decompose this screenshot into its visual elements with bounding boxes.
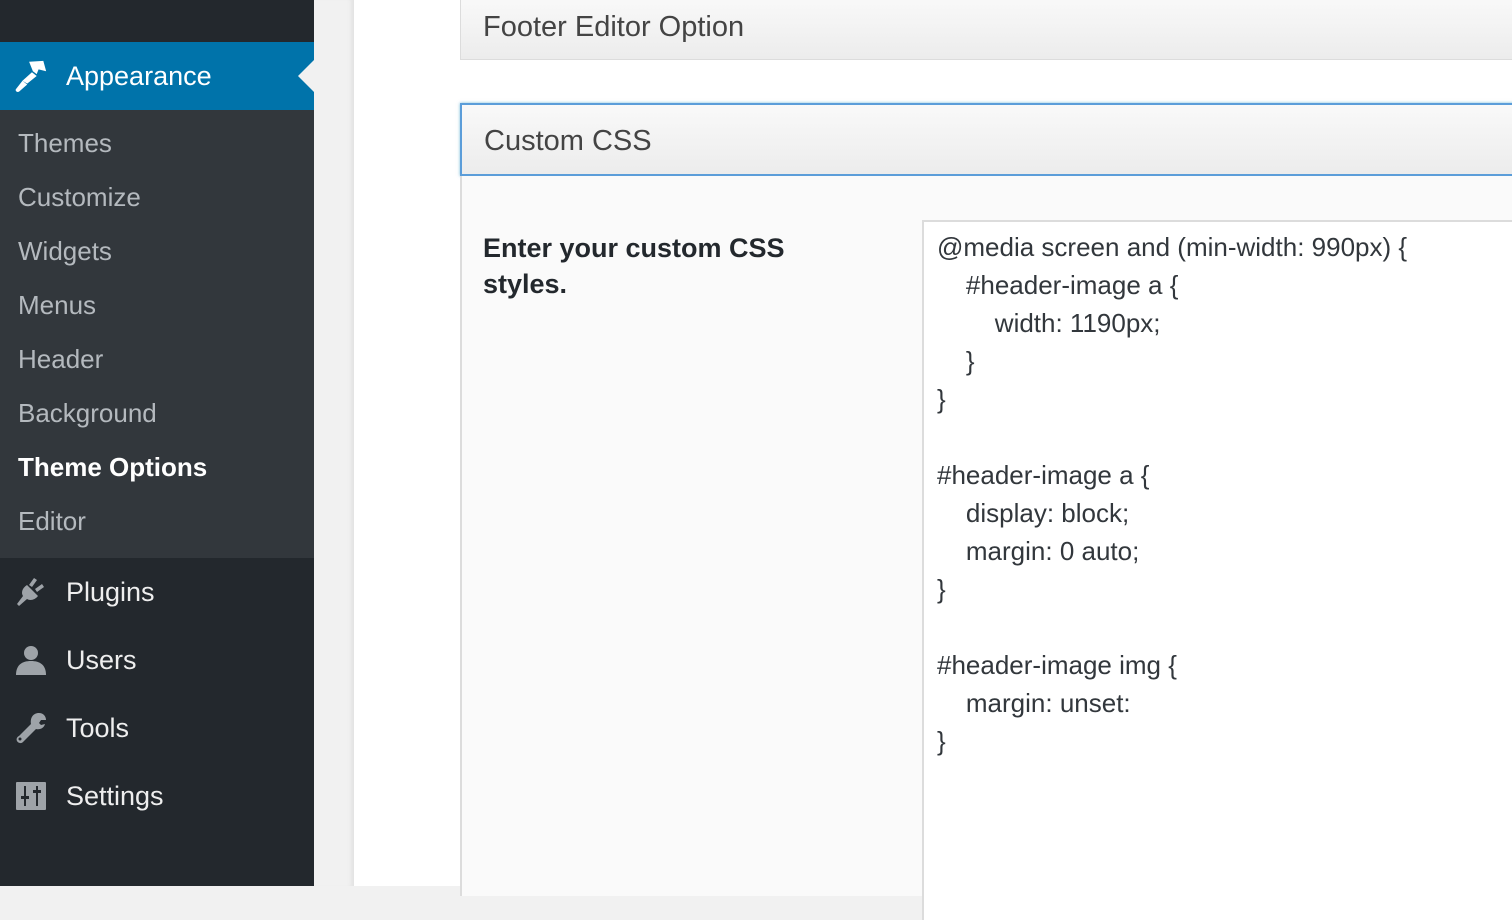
custom-css-panel: Enter your custom CSS styles. @media scr… bbox=[460, 176, 1512, 920]
sidebar-item-appearance[interactable]: Appearance bbox=[0, 42, 314, 110]
appearance-submenu: Themes Customize Widgets Menus Header Ba… bbox=[0, 110, 314, 558]
paintbrush-icon bbox=[12, 58, 50, 94]
sidebar-item-label: Settings bbox=[66, 780, 164, 811]
sidebar-item-label: Appearance bbox=[66, 60, 212, 91]
theme-options-content: Footer Editor Option Custom CSS Enter yo… bbox=[354, 0, 1512, 920]
submenu-item-header[interactable]: Header bbox=[0, 332, 314, 386]
css-code-line: #header-image img { bbox=[937, 650, 1177, 680]
user-icon bbox=[14, 643, 48, 677]
css-code-line: width: 1190px; bbox=[937, 308, 1161, 338]
css-code-line: #header-image a { bbox=[937, 270, 1179, 300]
css-code-line: } bbox=[937, 726, 946, 756]
current-menu-arrow bbox=[298, 60, 314, 92]
sidebar-item-tools[interactable]: Tools bbox=[0, 694, 314, 762]
section-footer-editor-option[interactable]: Footer Editor Option bbox=[460, 0, 1512, 60]
css-code-line: @media screen and (min-width: 990px) { bbox=[937, 232, 1408, 262]
sidebar-item-settings[interactable]: Settings bbox=[0, 762, 314, 830]
sidebar-item-label: Tools bbox=[66, 712, 130, 743]
sidebar-item-label: Plugins bbox=[66, 576, 155, 607]
submenu-item-background[interactable]: Background bbox=[0, 386, 314, 440]
custom-css-label: Enter your custom CSS styles. bbox=[483, 233, 785, 299]
css-code-line: } bbox=[937, 384, 946, 414]
content-gutter bbox=[314, 0, 354, 886]
submenu-item-widgets[interactable]: Widgets bbox=[0, 224, 314, 278]
css-code-line bbox=[937, 608, 1512, 646]
css-code-line: } bbox=[937, 574, 946, 604]
css-code-line: #header-image a { bbox=[937, 460, 1150, 490]
css-code-line bbox=[937, 418, 1512, 456]
submenu-item-editor[interactable]: Editor bbox=[0, 494, 314, 548]
submenu-item-customize[interactable]: Customize bbox=[0, 170, 314, 224]
submenu-item-theme-options[interactable]: Theme Options bbox=[0, 440, 314, 494]
custom-css-textarea[interactable]: @media screen and (min-width: 990px) { #… bbox=[924, 220, 1512, 920]
wrench-icon bbox=[14, 711, 48, 745]
settings-sliders-icon bbox=[14, 779, 48, 813]
submenu-item-menus[interactable]: Menus bbox=[0, 278, 314, 332]
section-custom-css[interactable]: Custom CSS bbox=[460, 103, 1512, 176]
css-code-line: display: block; bbox=[937, 498, 1130, 528]
plugin-icon bbox=[14, 575, 48, 609]
sidebar-item-users[interactable]: Users bbox=[0, 626, 314, 694]
css-code-line: margin: unset: bbox=[937, 688, 1131, 718]
admin-sidebar: Appearance Themes Customize Widgets Menu… bbox=[0, 0, 314, 886]
sidebar-item-plugins[interactable]: Plugins bbox=[0, 558, 314, 626]
submenu-item-themes[interactable]: Themes bbox=[0, 116, 314, 170]
sidebar-top-spacer bbox=[0, 0, 314, 42]
css-code-line: } bbox=[937, 346, 975, 376]
sidebar-item-label: Users bbox=[66, 644, 137, 675]
css-code-line: margin: 0 auto; bbox=[937, 536, 1140, 566]
